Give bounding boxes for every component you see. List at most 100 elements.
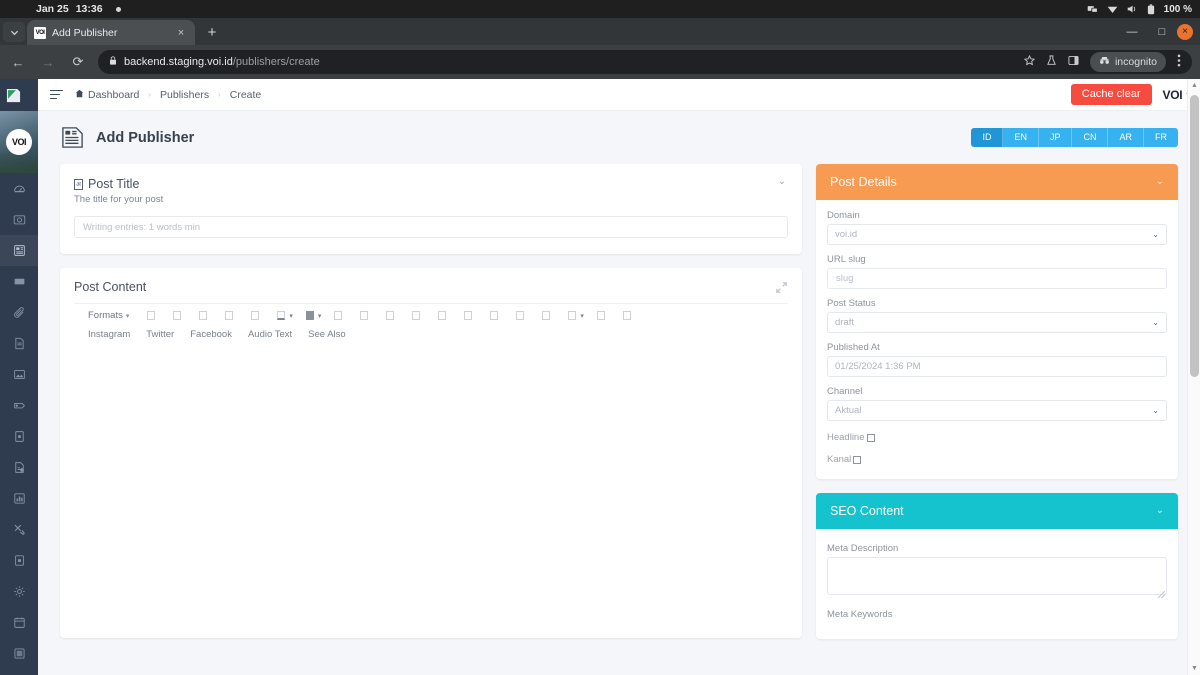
published-at-input[interactable]: 01/25/2024 1:36 PM <box>827 356 1167 377</box>
underline-button[interactable] <box>199 311 208 320</box>
meta-description-textarea[interactable] <box>827 557 1167 595</box>
tab-close-icon[interactable]: × <box>174 26 188 40</box>
sidebar-item-tools[interactable] <box>0 514 38 545</box>
domain-select[interactable]: voi.id ⌄ <box>827 224 1167 245</box>
resize-grip-icon[interactable] <box>1158 591 1165 598</box>
brand-user-menu[interactable]: VOI ▾ <box>1163 88 1191 102</box>
address-bar[interactable]: backend.staging.voi.id/publishers/create… <box>98 50 1192 74</box>
window-maximize-button[interactable]: □ <box>1147 18 1177 45</box>
sidebar-item-media[interactable] <box>0 204 38 235</box>
align-justify-button[interactable] <box>412 311 421 320</box>
editor-content-area[interactable] <box>74 348 788 638</box>
wifi-icon[interactable] <box>1107 5 1118 14</box>
forward-icon[interactable]: → <box>38 52 58 72</box>
text-color-button[interactable] <box>277 311 286 320</box>
italic-button[interactable] <box>173 311 182 320</box>
new-tab-button[interactable]: + <box>201 21 223 43</box>
outdent-button[interactable] <box>490 311 499 320</box>
scroll-down-arrow-icon[interactable]: ▼ <box>1188 662 1200 675</box>
breadcrumb-item-publishers[interactable]: Publishers <box>160 89 209 101</box>
window-close-button[interactable]: × <box>1177 23 1193 40</box>
page-scrollbar[interactable]: ▲ ▼ <box>1187 79 1200 675</box>
indent-button[interactable] <box>516 311 525 320</box>
tab-lang-jp[interactable]: JP <box>1038 128 1073 147</box>
sidebar-item-pages[interactable] <box>0 328 38 359</box>
strikethrough-button[interactable] <box>225 311 234 320</box>
sidebar-item-gallery[interactable] <box>0 359 38 390</box>
align-left-button[interactable] <box>334 311 343 320</box>
sidebar-item-dashboard[interactable] <box>0 173 38 204</box>
volume-icon[interactable] <box>1127 4 1138 14</box>
sidebar-item-settings[interactable] <box>0 576 38 607</box>
bullet-list-button[interactable] <box>438 311 447 320</box>
plugin-twitter-button[interactable]: Twitter <box>146 329 174 340</box>
sidebar-item-reports[interactable] <box>0 452 38 483</box>
background-color-button[interactable] <box>305 311 314 320</box>
plugin-instagram-button[interactable]: Instagram <box>88 329 130 340</box>
image-button[interactable] <box>622 311 631 320</box>
sidebar-item-video[interactable] <box>0 266 38 297</box>
os-tray[interactable]: 100 % <box>1087 4 1192 15</box>
reload-icon[interactable]: ⟳ <box>68 52 88 72</box>
sidebar-brand-avatar[interactable]: VOI <box>0 111 38 173</box>
cache-clear-button[interactable]: Cache clear <box>1070 84 1152 105</box>
chevron-down-icon[interactable]: ▾ <box>580 312 584 320</box>
back-icon[interactable]: ← <box>8 52 28 72</box>
checkbox-kanal[interactable] <box>853 455 862 464</box>
collapse-chevron-icon[interactable]: ⌄ <box>1156 506 1164 516</box>
checkbox-headline-row[interactable]: Headline <box>827 432 1167 443</box>
sidebar-item-modules[interactable] <box>0 638 38 669</box>
sidebar-item-calendar[interactable] <box>0 607 38 638</box>
sidebar-item-publishers[interactable] <box>0 235 38 266</box>
url-slug-input[interactable] <box>827 268 1167 289</box>
link-button[interactable] <box>596 311 605 320</box>
incognito-indicator[interactable]: incognito <box>1089 52 1166 72</box>
tab-lang-ar[interactable]: AR <box>1108 128 1144 147</box>
plugin-facebook-button[interactable]: Facebook <box>190 329 232 340</box>
os-clock[interactable]: Jan 25 13:36 <box>36 3 121 15</box>
channel-select[interactable]: Aktual ⌄ <box>827 400 1167 421</box>
display-icon[interactable] <box>1087 4 1098 15</box>
side-panel-icon[interactable] <box>1068 55 1079 69</box>
post-title-input[interactable] <box>74 216 788 238</box>
checkbox-headline[interactable] <box>866 433 875 442</box>
page-scrollbar-thumb[interactable] <box>1190 95 1199 377</box>
tab-lang-id[interactable]: ID <box>971 128 1004 147</box>
plugin-audio-text-button[interactable]: Audio Text <box>248 329 292 340</box>
sidebar-item-tags[interactable] <box>0 297 38 328</box>
blockquote-button[interactable] <box>542 311 551 320</box>
tab-lang-fr[interactable]: FR <box>1144 128 1178 147</box>
sidebar-item-documents[interactable] <box>0 421 38 452</box>
collapse-chevron-icon[interactable]: ⌄ <box>778 177 786 187</box>
post-status-select[interactable]: draft ⌄ <box>827 312 1167 333</box>
browser-tab-add-publisher[interactable]: VOI Add Publisher × <box>27 20 195 45</box>
bookmark-star-icon[interactable] <box>1023 54 1036 69</box>
expand-icon[interactable] <box>775 281 788 294</box>
bold-button[interactable] <box>147 311 156 320</box>
formats-dropdown[interactable]: Formats ▾ <box>88 310 129 321</box>
sidebar-toggle-icon[interactable] <box>50 89 63 100</box>
chevron-down-icon[interactable]: ▾ <box>289 312 293 320</box>
tab-lang-cn[interactable]: CN <box>1072 128 1109 147</box>
align-right-button[interactable] <box>386 311 395 320</box>
sidebar-item-archive[interactable] <box>0 545 38 576</box>
sidebar-item-analytics[interactable] <box>0 483 38 514</box>
chevron-down-icon[interactable]: ▾ <box>318 312 322 320</box>
numbered-list-button[interactable] <box>464 311 473 320</box>
plugin-see-also-button[interactable]: See Also <box>308 329 346 340</box>
table-button[interactable] <box>568 311 577 320</box>
breadcrumb-item-dashboard[interactable]: Dashboard <box>75 89 139 101</box>
browser-menu-icon[interactable] <box>1177 54 1181 70</box>
tab-search-button[interactable] <box>3 22 25 42</box>
battery-icon[interactable] <box>1147 3 1155 15</box>
collapse-chevron-icon[interactable]: ⌄ <box>1156 177 1164 187</box>
tab-lang-en[interactable]: EN <box>1003 128 1039 147</box>
experiments-flask-icon[interactable] <box>1046 55 1057 69</box>
seo-content-panel: SEO Content ⌄ Meta Description Meta Keyw… <box>816 493 1178 639</box>
align-center-button[interactable] <box>360 311 369 320</box>
window-minimize-button[interactable]: — <box>1117 18 1147 45</box>
sidebar-item-labels[interactable] <box>0 390 38 421</box>
checkbox-kanal-row[interactable]: Kanal <box>827 454 1167 465</box>
scroll-up-arrow-icon[interactable]: ▲ <box>1188 79 1200 92</box>
clear-format-button[interactable] <box>251 311 260 320</box>
